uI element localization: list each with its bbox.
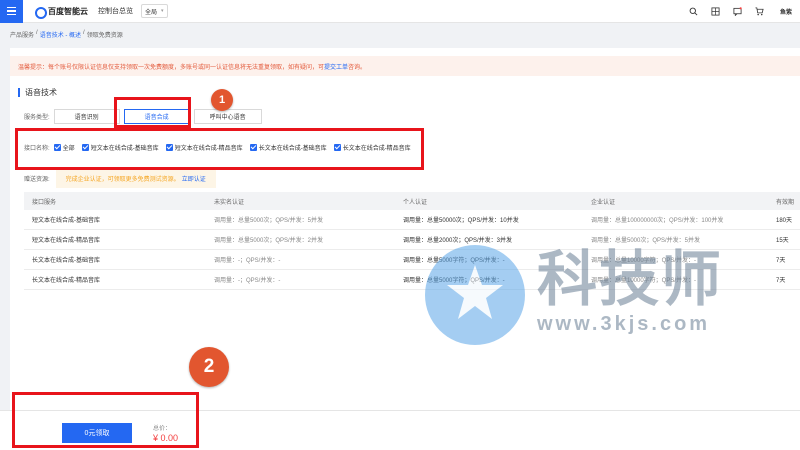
checkbox-checked-icon <box>81 143 89 151</box>
service-type-label: 服务类型: <box>24 114 50 121</box>
header-enterprise: 企业认证 <box>591 199 616 206</box>
service-option-speech-synthesis[interactable]: 语音合成 <box>123 108 190 124</box>
breadcrumb-item-products[interactable]: 产品服务 <box>10 30 34 39</box>
cell-interface: 长文本在线合成-精品音库 <box>32 278 100 284</box>
breadcrumb-separator: / <box>36 30 38 36</box>
notice-text: 温馨提示：每个账号仅限认证信息仅支持领取一次免费额度，多账号或同一认证信息将无法… <box>18 64 325 71</box>
cell-validity: 15天 <box>776 238 789 244</box>
top-bar: 百度智能云 控制台总览 全局 ▾ 鱼紫 <box>0 0 800 23</box>
header-validity: 有效期 <box>776 199 795 206</box>
submit-ticket-link[interactable]: 提交工单 <box>324 62 348 71</box>
annotation-badge-2: 2 <box>189 347 229 387</box>
main-card: 温馨提示：每个账号仅限认证信息仅支持领取一次免费额度，多账号或同一认证信息将无法… <box>10 48 800 410</box>
checkbox-label: 短文本在线合成-基础音库 <box>90 145 159 152</box>
header-personal: 个人认证 <box>403 199 428 206</box>
checkbox-label: 全部 <box>62 145 75 152</box>
annotation-badge-1: 1 <box>211 89 233 111</box>
notice-suffix: 咨询。 <box>348 64 367 71</box>
cell-personal: 调用量：总量50000次；QPS/并发：10并发 <box>403 218 519 224</box>
checkbox-label: 短文本在线合成-精品音库 <box>174 145 243 152</box>
interface-checkbox-short-premium[interactable]: 短文本在线合成-精品音库 <box>165 143 243 152</box>
checkbox-checked-icon <box>249 143 257 151</box>
gift-resource-box: 完成企业认证，可领取更多免费测试资源。 立即认证 <box>55 168 216 188</box>
cell-interface: 短文本在线合成-精品音库 <box>32 238 100 244</box>
total-label: 总价： <box>153 426 172 432</box>
resource-table: 接口服务 未实名认证 个人认证 企业认证 有效期 短文本在线合成-基础音库 调用… <box>24 192 800 290</box>
cell-validity: 180天 <box>776 218 793 224</box>
logo[interactable]: 百度智能云 <box>35 6 88 19</box>
cell-enterprise: 调用量：总量100000000次；QPS/并发：100并发 <box>591 218 724 224</box>
grid-icon[interactable] <box>710 7 720 17</box>
cell-enterprise: 调用量：总量10000字符；QPS/并发：- <box>591 278 697 284</box>
cell-enterprise: 调用量：总量5000次；QPS/并发：5并发 <box>591 238 701 244</box>
table-row: 短文本在线合成-基础音库 调用量：总量5000次；QPS/并发：5并发 调用量：… <box>24 210 800 230</box>
breadcrumb-item-current: 领取免费资源 <box>86 33 123 39</box>
service-option-speech-recognition[interactable]: 语音识别 <box>53 108 120 124</box>
checkbox-checked-icon <box>53 143 61 151</box>
breadcrumb-item-speech[interactable]: 语音技术 - 概述 <box>40 30 81 39</box>
checkbox-label: 长文本在线合成-基础音库 <box>258 145 327 152</box>
region-select[interactable]: 全局 ▾ <box>141 4 168 18</box>
header-interface: 接口服务 <box>32 199 57 206</box>
cell-unverified: 调用量：总量5000次；QPS/并发：2并发 <box>214 238 324 244</box>
interface-checkbox-all[interactable]: 全部 <box>53 143 75 152</box>
chevron-down-icon: ▾ <box>161 8 164 14</box>
cell-unverified: 调用量：总量5000次；QPS/并发：5并发 <box>214 218 324 224</box>
cart-icon[interactable] <box>754 7 764 17</box>
notice-banner: 温馨提示：每个账号仅限认证信息仅支持领取一次免费额度，多账号或同一认证信息将无法… <box>10 56 800 76</box>
breadcrumb: 产品服务 / 语音技术 - 概述 / 领取免费资源 <box>10 30 123 39</box>
menu-icon[interactable] <box>0 0 23 23</box>
interface-name-row: 接口名称: 全部 短文本在线合成-基础音库 短文本在线合成-精品音库 长文本在线… <box>24 140 414 154</box>
cell-interface: 短文本在线合成-基础音库 <box>32 218 100 224</box>
table-row: 短文本在线合成-精品音库 调用量：总量5000次；QPS/并发：2并发 调用量：… <box>24 230 800 250</box>
gift-resource-text: 完成企业认证，可领取更多免费测试资源。 <box>65 176 180 183</box>
interface-checkbox-short-basic[interactable]: 短文本在线合成-基础音库 <box>81 143 159 152</box>
checkbox-label: 长文本在线合成-精品音库 <box>342 145 411 152</box>
message-icon[interactable] <box>732 7 742 17</box>
console-overview-link[interactable]: 控制台总览 <box>98 6 133 16</box>
header-unverified: 未实名认证 <box>214 199 245 206</box>
interface-checkbox-long-basic[interactable]: 长文本在线合成-基础音库 <box>249 143 327 152</box>
cell-unverified: 调用量：-；QPS/并发：- <box>214 258 281 264</box>
table-row: 长文本在线合成-基础音库 调用量：-；QPS/并发：- 调用量：总量5000字符… <box>24 250 800 270</box>
checkbox-checked-icon <box>333 143 341 151</box>
breadcrumb-separator: / <box>83 30 85 36</box>
logo-text: 百度智能云 <box>48 6 88 16</box>
user-menu[interactable]: 鱼紫 <box>780 7 792 16</box>
verify-now-link[interactable]: 立即认证 <box>182 174 206 183</box>
cell-personal: 调用量：总量5000字符；QPS/并发：- <box>403 278 505 284</box>
region-value: 全局 <box>145 9 158 16</box>
baidu-cloud-logo-icon <box>35 6 47 19</box>
cell-personal: 调用量：总量2000次；QPS/并发：3并发 <box>403 238 513 244</box>
table-header: 接口服务 未实名认证 个人认证 企业认证 有效期 <box>24 192 800 210</box>
cell-personal: 调用量：总量5000字符；QPS/并发：- <box>403 258 505 264</box>
cell-validity: 7天 <box>776 258 786 264</box>
claim-free-button[interactable]: 0元领取 <box>62 423 132 443</box>
interface-checkbox-long-premium[interactable]: 长文本在线合成-精品音库 <box>333 143 411 152</box>
table-row: 长文本在线合成-精品音库 调用量：-；QPS/并发：- 调用量：总量5000字符… <box>24 270 800 290</box>
section-title: 语音技术 <box>18 88 57 97</box>
search-icon[interactable] <box>688 7 698 17</box>
interface-name-label: 接口名称: <box>24 145 50 152</box>
checkbox-checked-icon <box>165 143 173 151</box>
cell-interface: 长文本在线合成-基础音库 <box>32 258 100 264</box>
gift-resource-row: 赠送资源: 完成企业认证，可领取更多免费测试资源。 立即认证 <box>24 168 216 188</box>
gift-resource-label: 赠送资源: <box>24 176 50 183</box>
cell-enterprise: 调用量：总量10000字符；QPS/并发：- <box>591 258 697 264</box>
cell-unverified: 调用量：-；QPS/并发：- <box>214 278 281 284</box>
service-option-call-center[interactable]: 呼叫中心语音 <box>193 108 262 124</box>
cell-validity: 7天 <box>776 278 786 284</box>
total-price: ¥ 0.00 <box>153 433 179 443</box>
bottom-bar: 0元领取 总价： ¥ 0.00 <box>0 410 800 450</box>
